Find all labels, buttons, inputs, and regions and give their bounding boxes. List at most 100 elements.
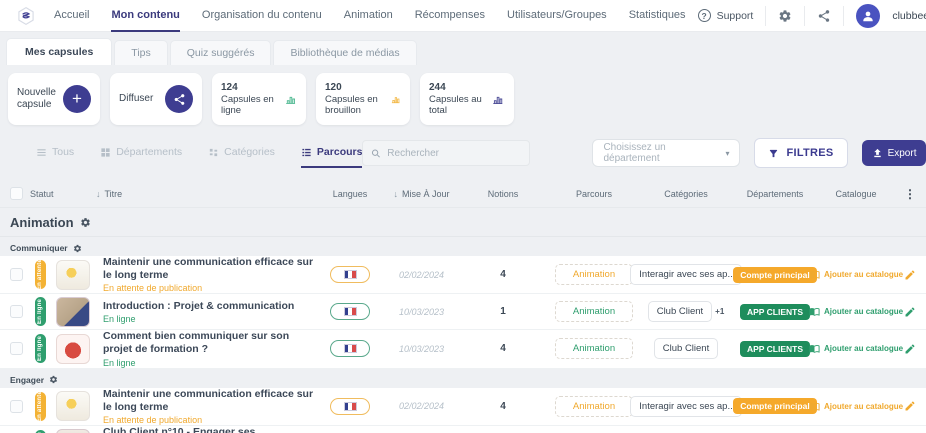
capsule-title[interactable]: Club Client n°10 - Engager ses populatio… (103, 426, 315, 433)
capsule-status: En ligne (103, 314, 315, 324)
tab-tips[interactable]: Tips (114, 40, 167, 65)
export-button[interactable]: Export (862, 140, 926, 166)
nav-item-recompenses[interactable]: Récompenses (415, 0, 485, 32)
select-all-checkbox[interactable] (10, 187, 23, 200)
row-checkbox[interactable] (10, 400, 23, 413)
new-capsule-card[interactable]: Nouvelle capsule + (8, 73, 100, 125)
sort-icon[interactable]: ↓ (96, 189, 101, 199)
search-icon (371, 148, 381, 159)
updated-date: 02/02/2024 (399, 401, 444, 411)
edit-pencil-icon[interactable] (904, 343, 916, 355)
summary-cards: Nouvelle capsule + Diffuser 124 Capsules… (8, 73, 926, 125)
book-icon (809, 343, 820, 354)
column-notions[interactable]: Notions (488, 189, 519, 199)
add-to-catalogue-button[interactable]: Ajouter au catalogue (809, 306, 903, 317)
language-badge[interactable] (330, 398, 370, 415)
stat-value: 120 (325, 82, 390, 93)
department-badge: APP CLIENTS (740, 341, 810, 357)
table-row[interactable]: En attente Maintenir une communication e… (0, 256, 926, 294)
table-row[interactable]: En attente Maintenir une communication e… (0, 388, 926, 426)
row-checkbox[interactable] (10, 342, 23, 355)
table-row[interactable]: En ligne Introduction : Projet & communi… (0, 294, 926, 330)
language-badge[interactable] (330, 266, 370, 283)
stat-card-capsules-en-ligne[interactable]: 124 Capsules en ligne (212, 73, 306, 125)
column-statut[interactable]: Statut (30, 189, 54, 199)
filter-tab-tous[interactable]: Tous (36, 138, 74, 168)
column-menu-icon[interactable]: ⋮ (904, 187, 916, 201)
department-badge: Compte principal (733, 267, 816, 283)
network-share-button[interactable] (804, 6, 843, 26)
person-icon (861, 9, 875, 23)
group-gear-icon[interactable] (73, 244, 82, 253)
add-to-catalogue-button[interactable]: Ajouter au catalogue (809, 343, 903, 354)
language-badge[interactable] (330, 303, 370, 320)
filters-button[interactable]: FILTRES (754, 138, 847, 168)
notions-count: 1 (500, 306, 506, 317)
nav-item-accueil[interactable]: Accueil (54, 0, 89, 32)
category-chip[interactable]: Interagir avec ses ap.. (630, 264, 741, 285)
filter-tab-parcours[interactable]: Parcours (301, 138, 363, 168)
toolbar-right: Choisissez un département ▾ FILTRES Expo… (362, 138, 926, 168)
parcours-chip[interactable]: Animation (555, 396, 633, 417)
filter-tab-departements[interactable]: Départements (100, 138, 182, 168)
category-chip[interactable]: Club Client (654, 338, 718, 359)
column-mise-a-jour[interactable]: ↓ Mise À Jour (393, 189, 449, 199)
stat-card-capsules-en-brouillon[interactable]: 120 Capsules en brouillon (316, 73, 410, 125)
french-flag-icon (344, 270, 357, 279)
category-chip[interactable]: Interagir avec ses ap.. (630, 396, 741, 417)
capsule-title[interactable]: Maintenir une communication efficace sur… (103, 256, 315, 282)
add-to-catalogue-button[interactable]: Ajouter au catalogue (809, 269, 903, 280)
row-checkbox[interactable] (10, 268, 23, 281)
bar-chart-icon (491, 91, 505, 107)
diffuse-card[interactable]: Diffuser (110, 73, 202, 125)
parcours-chip[interactable]: Animation (555, 301, 633, 322)
capsule-title[interactable]: Introduction : Projet & communication (103, 300, 315, 313)
stat-value: 244 (429, 82, 491, 93)
settings-gear-button[interactable] (765, 6, 804, 26)
column-departements[interactable]: Départements (747, 189, 804, 199)
nav-item-organisation-du-contenu[interactable]: Organisation du contenu (202, 0, 322, 32)
beedeez-logo-icon[interactable] (16, 5, 36, 27)
filter-tabs: Tous Départements Catégories Parcours (36, 138, 362, 168)
capsule-title[interactable]: Maintenir une communication efficace sur… (103, 388, 315, 414)
parcours-chip[interactable]: Animation (555, 338, 633, 359)
stat-card-capsules-au-total[interactable]: 244 Capsules au total (420, 73, 514, 125)
language-badge[interactable] (330, 340, 370, 357)
parcours-chip[interactable]: Animation (555, 264, 633, 285)
support-button[interactable]: ? Support (686, 6, 766, 26)
filter-tab-categories[interactable]: Catégories (208, 138, 275, 168)
capsule-title[interactable]: Comment bien communiquer sur son projet … (103, 330, 315, 356)
column-parcours[interactable]: Parcours (576, 189, 612, 199)
tab-mes-capsules[interactable]: Mes capsules (6, 38, 112, 65)
department-select[interactable]: Choisissez un département ▾ (592, 139, 740, 167)
funnel-icon (768, 148, 779, 159)
column-categories[interactable]: Catégories (664, 189, 708, 199)
nav-item-animation[interactable]: Animation (344, 0, 393, 32)
edit-pencil-icon[interactable] (904, 269, 916, 281)
section-gear-icon[interactable] (80, 217, 91, 228)
add-to-catalogue-button[interactable]: Ajouter au catalogue (809, 401, 903, 412)
tab-quiz-suggeres[interactable]: Quiz suggérés (170, 40, 272, 65)
table-row[interactable]: En ligne Club Client n°10 - Engager ses … (0, 426, 926, 433)
row-checkbox[interactable] (10, 305, 23, 318)
column-langues[interactable]: Langues (333, 189, 368, 199)
nav-item-mon-contenu[interactable]: Mon contenu (111, 0, 179, 32)
table-row[interactable]: En ligne Comment bien communiquer sur so… (0, 330, 926, 368)
column-titre[interactable]: ↓ Titre (96, 189, 122, 199)
edit-pencil-icon[interactable] (904, 400, 916, 412)
app-screen: Accueil Mon contenu Organisation du cont… (0, 0, 926, 433)
tab-bibliotheque-de-medias[interactable]: Bibliothèque de médias (273, 40, 416, 65)
category-chip[interactable]: Club Client (648, 301, 712, 322)
sort-icon[interactable]: ↓ (393, 189, 398, 199)
account-menu[interactable]: clubbeedeez@beedeez.com ▾ (843, 6, 926, 26)
group-gear-icon[interactable] (49, 375, 58, 384)
nav-item-statistiques[interactable]: Statistiques (629, 0, 686, 32)
edit-pencil-icon[interactable] (904, 306, 916, 318)
extra-categories-count[interactable]: +1 (715, 307, 724, 316)
plus-icon[interactable]: + (63, 85, 91, 113)
search-input[interactable] (387, 148, 521, 159)
share-icon[interactable] (165, 85, 193, 113)
french-flag-icon (344, 307, 357, 316)
nav-item-utilisateurs-groupes[interactable]: Utilisateurs/Groupes (507, 0, 607, 32)
column-catalogue[interactable]: Catalogue (835, 189, 876, 199)
